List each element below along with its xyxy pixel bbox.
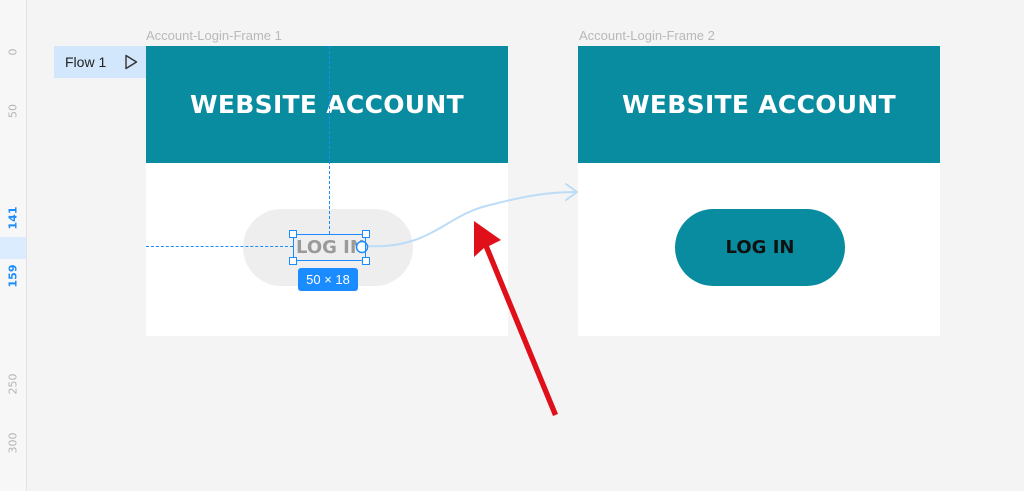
selection-box[interactable] (293, 234, 366, 261)
flow-label: Flow 1 (65, 54, 107, 70)
horizontal-measure-guide (146, 246, 293, 247)
frame-1-header: WEBSITE ACCOUNT (146, 46, 508, 163)
frame-2-label[interactable]: Account-Login-Frame 2 (579, 28, 715, 43)
ruler-selection-highlight (0, 237, 26, 259)
ruler-tick-300: 300 (6, 432, 20, 454)
vertical-ruler[interactable]: 0 50 141 159 250 300 (0, 0, 27, 491)
account-login-frame-1[interactable]: WEBSITE ACCOUNT LOG IN (146, 46, 508, 336)
ruler-tick-0: 0 (6, 48, 20, 56)
ruler-tick-159: 159 (6, 264, 20, 288)
vertical-measure-guide (329, 46, 330, 234)
ruler-tick-250: 250 (6, 373, 20, 395)
connector-arrowhead-icon (565, 183, 578, 201)
frame-2-login-button[interactable]: LOG IN (675, 209, 845, 286)
resize-handle-top-left[interactable] (289, 230, 297, 238)
frame-2-header: WEBSITE ACCOUNT (578, 46, 940, 163)
ruler-tick-141: 141 (6, 206, 20, 230)
resize-handle-top-right[interactable] (362, 230, 370, 238)
account-login-frame-2[interactable]: WEBSITE ACCOUNT LOG IN (578, 46, 940, 336)
flow-start-tag[interactable]: Flow 1 (54, 46, 146, 78)
frame-1-label[interactable]: Account-Login-Frame 1 (146, 28, 282, 43)
selection-size-badge: 50 × 18 (298, 268, 358, 291)
resize-handle-bottom-right[interactable] (362, 257, 370, 265)
resize-handle-bottom-left[interactable] (289, 257, 297, 265)
play-triangle-icon[interactable] (124, 54, 138, 73)
ruler-tick-50: 50 (6, 104, 20, 118)
